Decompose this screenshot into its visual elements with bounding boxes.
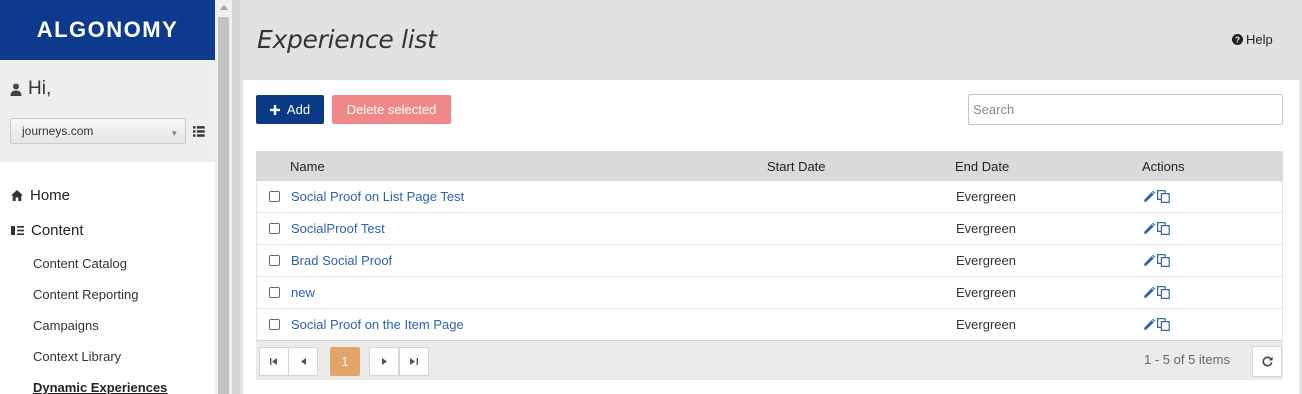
greeting-text: Hi, — [28, 78, 52, 99]
actions-cell — [1143, 286, 1172, 299]
sidebar: ALGONOMY Hi, journeys.com ▼ Home Content — [0, 0, 215, 394]
sidebar-item-home[interactable]: Home — [0, 178, 215, 213]
sidebar-divider — [232, 0, 240, 394]
row-check-cell — [257, 191, 291, 202]
site-select-value: journeys.com — [22, 124, 94, 138]
end-date-cell: Evergreen — [956, 221, 1016, 236]
search-input[interactable] — [968, 94, 1283, 125]
row-check-cell — [257, 223, 291, 234]
first-page-button[interactable] — [259, 347, 289, 376]
sidebar-item-dynamic-experiences[interactable]: Dynamic Experiences — [0, 372, 215, 394]
row-checkbox[interactable] — [268, 287, 280, 298]
next-page-icon — [381, 358, 387, 365]
column-header-name[interactable]: Name — [290, 159, 767, 174]
copy-icon[interactable] — [1157, 190, 1170, 203]
site-row: journeys.com ▼ — [10, 118, 205, 144]
last-page-button[interactable] — [399, 347, 429, 376]
first-page-icon — [270, 358, 277, 365]
sidebar-item-content[interactable]: Content — [0, 213, 215, 248]
chevron-down-icon: ▼ — [170, 129, 179, 138]
refresh-button[interactable] — [1252, 346, 1282, 377]
algonomy-logo[interactable]: ALGONOMY — [37, 17, 179, 43]
sidebar-nav: Home Content Content Catalog Content Rep… — [0, 162, 215, 394]
plus-icon — [269, 104, 280, 115]
main-area: Experience list ? Help Add Delete select… — [240, 0, 1302, 394]
question-circle-icon: ? — [1232, 34, 1243, 45]
add-button[interactable]: Add — [256, 95, 324, 124]
last-page-icon — [410, 358, 418, 365]
edit-pencil-icon[interactable] — [1143, 222, 1155, 235]
column-header-actions: Actions — [1142, 158, 1185, 174]
copy-icon[interactable] — [1157, 254, 1170, 267]
column-header-end-date[interactable]: End Date — [955, 159, 1142, 174]
pager-info: 1 - 5 of 5 items — [1144, 352, 1230, 367]
add-button-label: Add — [286, 102, 311, 117]
actions-cell — [1143, 318, 1172, 331]
logo-bar: ALGONOMY — [0, 0, 215, 60]
table-row: Social Proof on the Item Page Evergreen — [256, 309, 1283, 341]
actions-cell — [1143, 254, 1172, 267]
edit-pencil-icon[interactable] — [1143, 318, 1155, 331]
copy-icon[interactable] — [1157, 222, 1170, 235]
help-label: Help — [1246, 32, 1273, 47]
sidebar-item-context-library[interactable]: Context Library — [0, 341, 215, 372]
row-checkbox[interactable] — [268, 191, 280, 202]
actions-cell — [1143, 222, 1172, 235]
pager: 1 1 - 5 of 5 items — [256, 340, 1283, 380]
svg-text:?: ? — [1235, 35, 1240, 45]
grid-header: Name Start Date End Date Actions — [256, 151, 1283, 181]
list-icon[interactable] — [193, 125, 205, 137]
end-date-cell: Evergreen — [956, 285, 1016, 300]
experience-name-link[interactable]: Social Proof on the Item Page — [291, 317, 768, 332]
edit-pencil-icon[interactable] — [1143, 254, 1155, 267]
page-title: Experience list — [257, 25, 437, 54]
copy-icon[interactable] — [1157, 318, 1170, 331]
scrollbar-thumb[interactable] — [218, 17, 229, 394]
actions-cell — [1143, 190, 1172, 203]
site-select[interactable]: journeys.com ▼ — [10, 118, 187, 144]
experience-name-link[interactable]: Social Proof on List Page Test — [291, 189, 768, 204]
sidebar-item-content-reporting[interactable]: Content Reporting — [0, 279, 215, 310]
row-checkbox[interactable] — [268, 223, 280, 234]
row-check-cell — [257, 319, 291, 330]
home-icon — [11, 190, 23, 201]
previous-page-button[interactable] — [288, 347, 318, 376]
column-header-start-date[interactable]: Start Date — [767, 159, 955, 174]
row-check-cell — [257, 287, 291, 298]
experience-name-link[interactable]: new — [291, 285, 768, 300]
user-icon — [10, 83, 22, 96]
help-link[interactable]: ? Help — [1232, 32, 1273, 47]
table-row: Brad Social Proof Evergreen — [256, 245, 1283, 277]
experience-grid: Name Start Date End Date Actions Social … — [256, 151, 1283, 341]
row-checkbox[interactable] — [268, 255, 280, 266]
experience-panel: Add Delete selected Name Start Date End … — [243, 80, 1299, 394]
row-check-cell — [257, 255, 291, 266]
experience-name-link[interactable]: Brad Social Proof — [291, 253, 768, 268]
refresh-icon — [1262, 356, 1273, 367]
sidebar-scrollbar[interactable] — [215, 0, 232, 394]
sidebar-item-label: Home — [30, 187, 71, 204]
end-date-cell: Evergreen — [956, 189, 1016, 204]
experience-name-link[interactable]: SocialProof Test — [291, 221, 768, 236]
user-panel: Hi, journeys.com ▼ — [0, 60, 215, 162]
sidebar-item-content-catalog[interactable]: Content Catalog — [0, 248, 215, 279]
table-row: Social Proof on List Page Test Evergreen — [256, 181, 1283, 213]
greeting: Hi, — [10, 78, 205, 100]
table-row: new Evergreen — [256, 277, 1283, 309]
delete-selected-button[interactable]: Delete selected — [332, 95, 451, 124]
sidebar-item-label: Content — [31, 222, 84, 239]
current-page-button[interactable]: 1 — [330, 347, 360, 376]
edit-pencil-icon[interactable] — [1143, 286, 1155, 299]
row-checkbox[interactable] — [268, 319, 280, 330]
previous-page-icon — [300, 358, 306, 365]
table-row: SocialProof Test Evergreen — [256, 213, 1283, 245]
content-icon — [11, 226, 24, 235]
end-date-cell: Evergreen — [956, 317, 1016, 332]
sidebar-item-campaigns[interactable]: Campaigns — [0, 310, 215, 341]
end-date-cell: Evergreen — [956, 253, 1016, 268]
edit-pencil-icon[interactable] — [1143, 190, 1155, 203]
scroll-up-arrow-icon[interactable] — [220, 5, 228, 10]
next-page-button[interactable] — [369, 347, 399, 376]
copy-icon[interactable] — [1157, 286, 1170, 299]
